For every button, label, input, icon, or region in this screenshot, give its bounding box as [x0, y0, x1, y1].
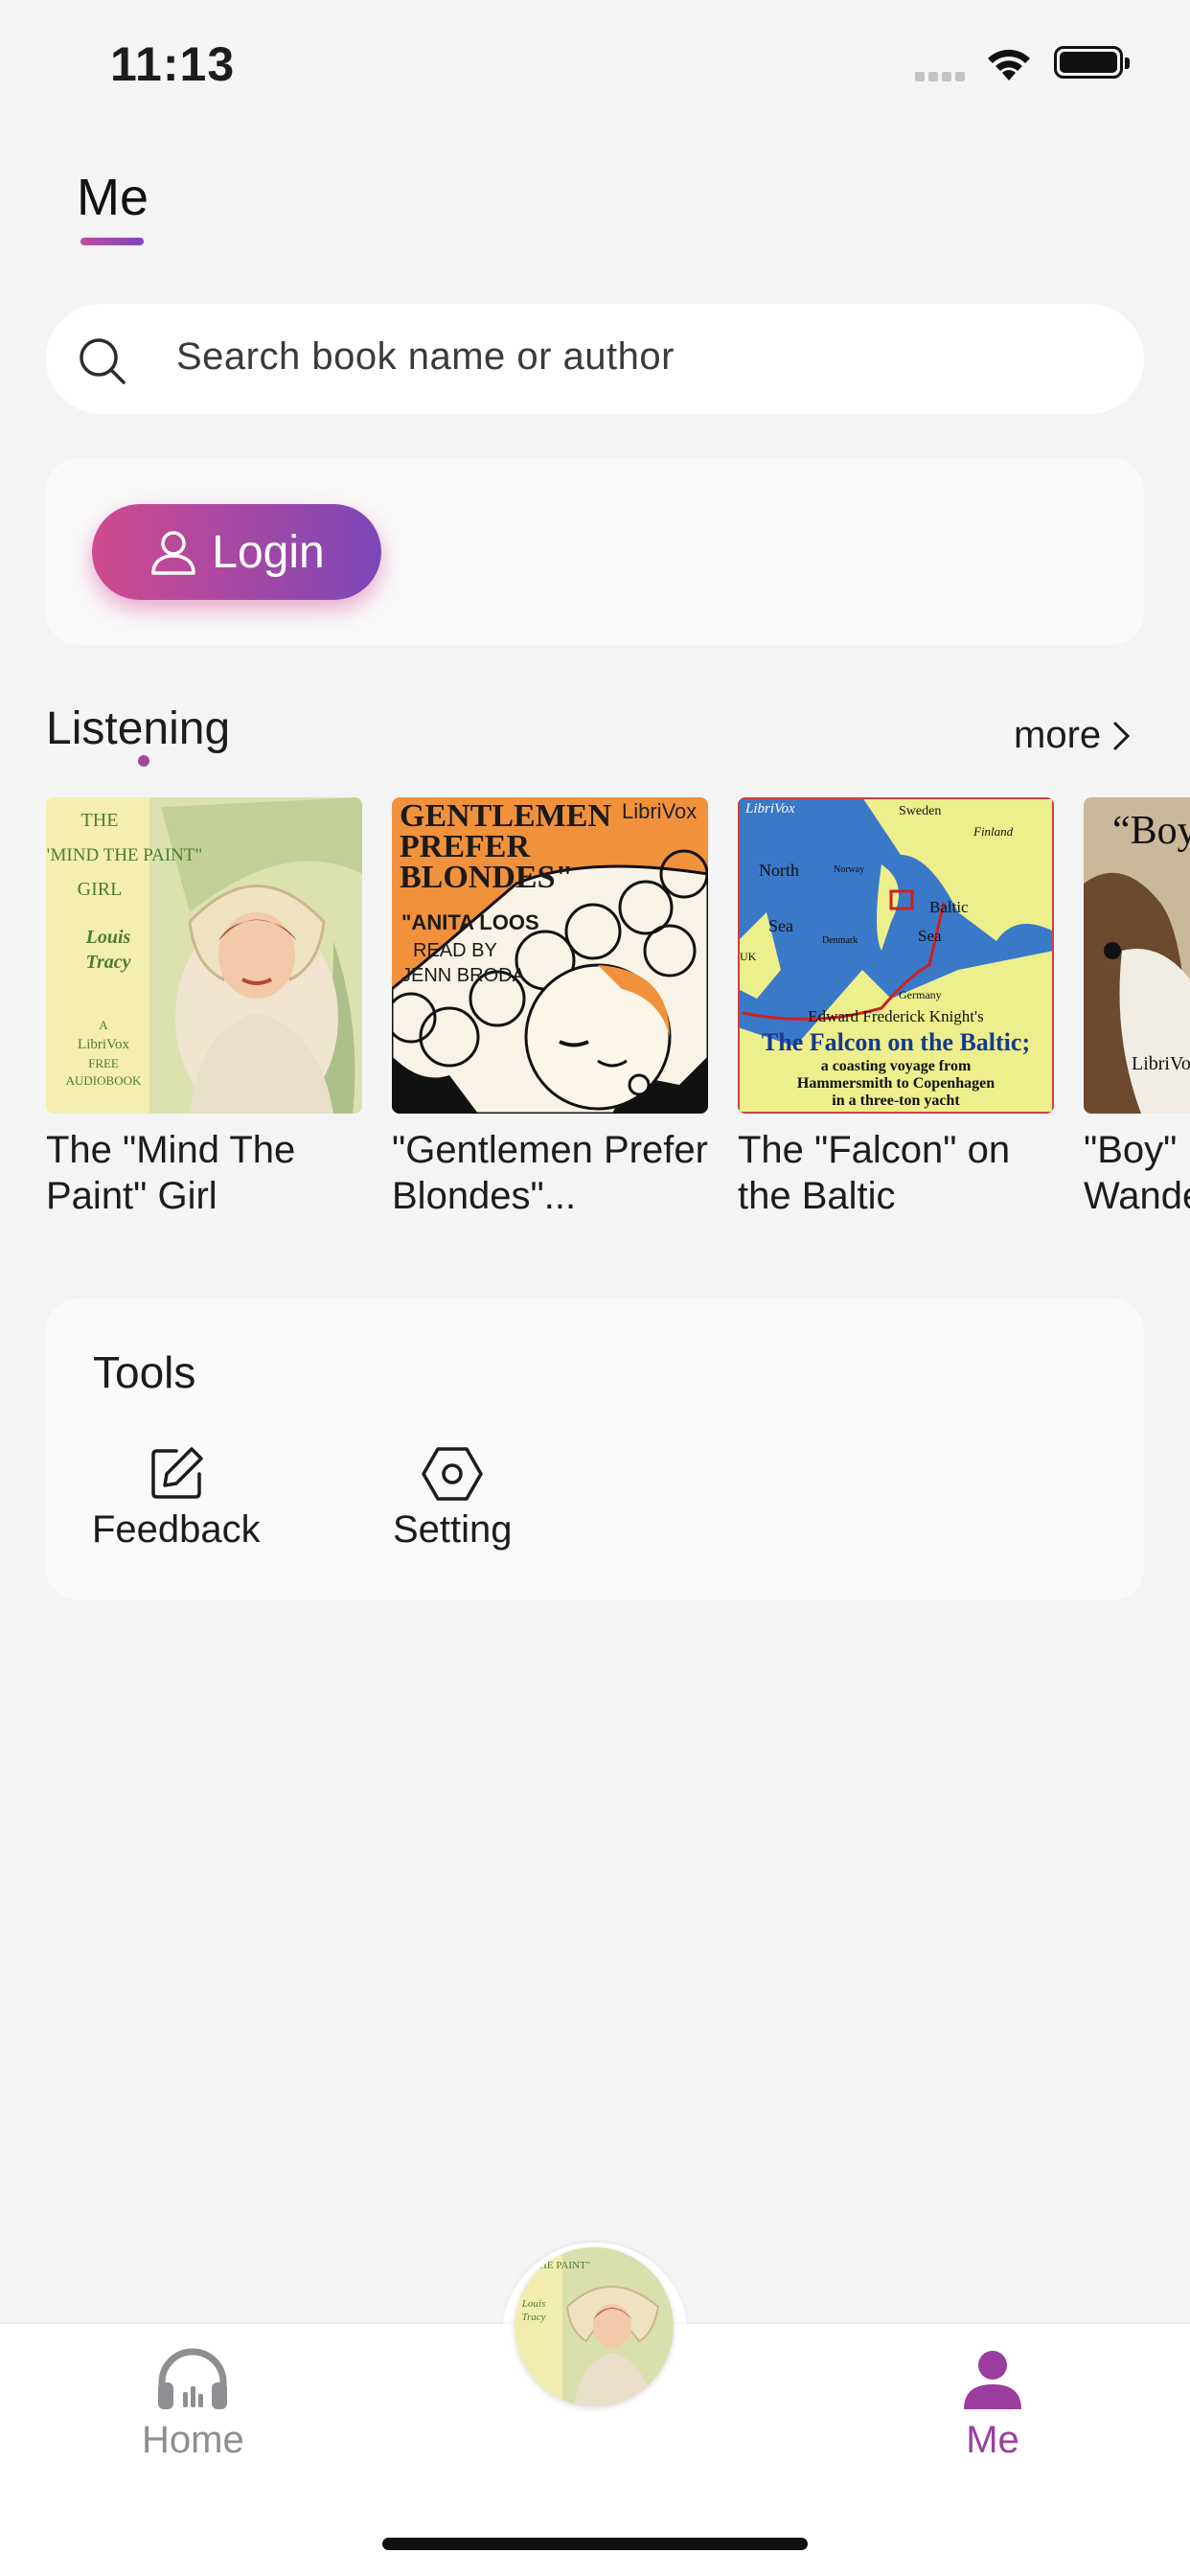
status-time: 11:13: [110, 37, 236, 91]
cover-text: North: [759, 861, 799, 880]
hexagon-settings-icon: [422, 1447, 484, 1501]
cover-text: Germany: [899, 988, 942, 1001]
book-title-text: "Boy" Wande: [1084, 1129, 1190, 1217]
login-button[interactable]: Login: [92, 504, 381, 600]
book-cover-mind-the-paint[interactable]: THE "MIND THE PAINT" GIRL Louis Tracy A …: [46, 797, 362, 1114]
book-cover-boy[interactable]: “Boy LibriVo: [1084, 797, 1190, 1114]
tab-label-home: Home: [142, 2419, 244, 2461]
cover-text: “Boy: [1112, 809, 1190, 853]
cover-text: The Falcon on the Baltic;: [762, 1028, 1030, 1056]
cover-text: UK: [740, 950, 757, 963]
tab-label-me: Me: [966, 2419, 1019, 2461]
cover-text: READ BY: [413, 940, 497, 961]
cover-text: LibriVox: [78, 1037, 129, 1052]
more-label: more: [1014, 714, 1102, 756]
cover-text: "MIND THE PAINT": [46, 845, 202, 865]
user-icon: [151, 531, 196, 575]
cover-text: Edward Frederick Knight's: [808, 1007, 983, 1025]
cover-text: Baltic: [929, 898, 969, 916]
edit-icon: [151, 1447, 203, 1499]
cover-text: Tracy: [85, 952, 130, 973]
cover-text: in a three-ton yacht: [832, 1092, 960, 1109]
title-underline: [80, 238, 144, 245]
cover-text: Norway: [834, 864, 864, 875]
cover-text: BLONDES": [400, 860, 573, 895]
svg-text:Tracy: Tracy: [521, 2312, 545, 2323]
cover-text: A: [99, 1018, 108, 1032]
cover-text: Hammersmith to Copenhagen: [797, 1075, 995, 1092]
wifi-icon: [984, 44, 1034, 87]
book-title-text: The "Mind The Paint" Girl: [46, 1129, 296, 1217]
cover-text: Finland: [973, 824, 1014, 839]
section-indicator-dot: [138, 755, 149, 767]
cover-text: JENN BRODA: [401, 965, 526, 986]
book-title-text: "Gentlemen Prefer Blondes"...: [392, 1129, 708, 1217]
book-title[interactable]: The "Falcon" on the Baltic: [738, 1127, 1054, 1219]
cover-text: Sea: [918, 927, 942, 945]
cover-text: a coasting voyage from: [821, 1058, 972, 1074]
book-title[interactable]: The "Mind The Paint" Girl: [46, 1127, 362, 1219]
section-title-tools: Tools: [93, 1347, 196, 1397]
search-input[interactable]: Search book name or author: [176, 335, 675, 379]
chevron-right-icon: [1113, 721, 1131, 750]
cover-text: LibriVox: [744, 801, 795, 816]
cover-text: GIRL: [78, 879, 123, 900]
cover-text: LibriVo: [1132, 1053, 1190, 1074]
cover-text: AUDIOBOOK: [66, 1073, 142, 1088]
svg-text:ND THE PAINT": ND THE PAINT": [515, 2260, 590, 2271]
search-icon: [77, 335, 128, 392]
cover-text: Louis: [85, 927, 131, 948]
tool-label: Setting: [393, 1508, 513, 1551]
book-title[interactable]: "Gentlemen Prefer Blondes"...: [392, 1127, 708, 1219]
setting-tool[interactable]: Setting: [393, 1445, 513, 1552]
home-indicator[interactable]: [382, 2538, 808, 2550]
cover-text: LibriVox: [622, 799, 697, 823]
page-title: Me: [77, 169, 149, 226]
book-title-text: The "Falcon" on the Baltic: [738, 1129, 1011, 1217]
battery-icon: [1054, 46, 1130, 79]
headphones-icon: [158, 2348, 228, 2409]
section-title-listening: Listening: [46, 703, 231, 754]
tool-label: Feedback: [92, 1508, 261, 1551]
feedback-tool[interactable]: Feedback: [92, 1445, 261, 1552]
tab-home[interactable]: Home: [142, 2348, 244, 2462]
cover-text: FREE: [88, 1056, 119, 1070]
cover-text: Denmark: [822, 935, 858, 946]
tab-me[interactable]: Me: [961, 2348, 1024, 2462]
book-title[interactable]: "Boy" Wande: [1084, 1127, 1190, 1219]
cellular-signal-icon: [915, 69, 969, 86]
cover-text: Sweden: [899, 804, 941, 818]
cover-text: Sea: [768, 916, 793, 935]
person-icon: [964, 2351, 1021, 2409]
cover-text: THE: [81, 810, 119, 831]
login-label: Login: [212, 526, 325, 578]
more-link[interactable]: more: [1014, 714, 1132, 757]
book-cover-gentlemen-prefer-blondes[interactable]: GENTLEMEN PREFER BLONDES" "ANITA LOOS RE…: [392, 797, 708, 1114]
book-cover-falcon-on-the-baltic[interactable]: LibriVox Sweden Finland Norway North Sea…: [738, 797, 1054, 1114]
now-playing-disc[interactable]: ND THE PAINT" Louis Tracy: [515, 2247, 674, 2406]
svg-text:Louis: Louis: [521, 2298, 545, 2310]
cover-text: "ANITA LOOS: [401, 910, 539, 934]
